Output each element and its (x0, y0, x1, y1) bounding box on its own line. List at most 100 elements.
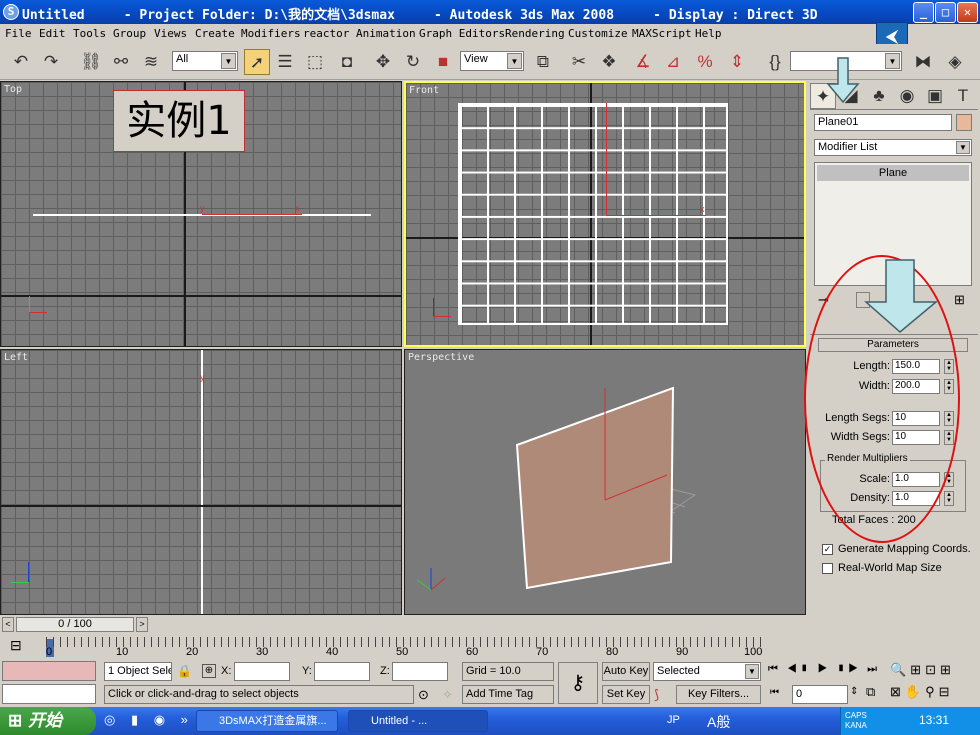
quick-launch[interactable]: ◎ ▮ ◉ » (104, 712, 194, 728)
modifier-list-dropdown[interactable]: Modifier List ▼ (814, 139, 972, 156)
bind-space-warp-icon[interactable]: ≋ (138, 49, 164, 75)
current-frame-field[interactable]: 0 (792, 685, 848, 704)
object-color-swatch[interactable] (956, 114, 972, 131)
time-configuration-icon[interactable]: ⧉ (866, 684, 875, 700)
menu-tools[interactable]: Tools (73, 27, 106, 40)
maxscript-listener-output[interactable] (2, 684, 96, 704)
set-key-button[interactable]: Set Key (602, 685, 650, 704)
taskbar-item-tutorial[interactable]: 3DsMAX打造金属旗... (196, 710, 338, 732)
viewport-label-left[interactable]: Left (4, 352, 28, 363)
close-button[interactable]: ✕ (957, 2, 978, 23)
time-slider-right-arrow[interactable]: > (136, 617, 148, 632)
snaps-toggle-icon[interactable]: ∡ (630, 49, 656, 75)
edit-named-selection-icon[interactable]: {} (762, 49, 788, 75)
select-by-name-icon[interactable]: ☰ (272, 49, 298, 75)
absolute-mode-icon[interactable]: ⊕ (202, 664, 216, 678)
maximize-button[interactable]: □ (935, 2, 956, 23)
key-tangent-icon[interactable]: ⟆ (654, 687, 659, 703)
y-coord-field[interactable] (314, 662, 370, 681)
language-indicator[interactable]: JP (667, 714, 680, 726)
menu-file[interactable]: File (5, 27, 32, 40)
viewport-nav-top[interactable]: 🔍⊞⊡⊞ (890, 662, 955, 678)
rectangular-selection-icon[interactable]: ⬚ (302, 49, 328, 75)
key-mode-toggle-icon[interactable]: ⏮ (770, 687, 779, 698)
menu-help[interactable]: Help (695, 27, 722, 40)
generate-mapping-checkbox[interactable]: ✓ (822, 544, 833, 555)
status-bar: 1 Object Sele 🔒 ⊕ X: Y: Z: Grid = 10.0 C… (0, 659, 980, 707)
maxscript-listener-mini[interactable] (2, 661, 96, 681)
rotate-icon[interactable]: ↻ (400, 49, 426, 75)
clock[interactable]: 13:31 (919, 713, 949, 727)
auto-key-button[interactable]: Auto Key (602, 662, 650, 681)
axis-tripod-y (11, 582, 29, 583)
object-name-field[interactable]: Plane01 (814, 114, 952, 131)
mirror-icon[interactable]: ⧓ (910, 49, 936, 75)
viewport-label-top[interactable]: Top (4, 84, 22, 95)
move-icon[interactable]: ✥ (370, 49, 396, 75)
menu-graph-editors[interactable]: Graph Editors (419, 27, 505, 40)
viewport-left[interactable]: Left y (0, 349, 402, 615)
selection-filter-dropdown[interactable]: All ▼ (172, 51, 238, 71)
spinner-snap-icon[interactable]: ⇕ (724, 49, 750, 75)
real-world-map-checkbox[interactable] (822, 563, 833, 574)
unlink-icon[interactable]: ⚯ (108, 49, 134, 75)
lock-icon[interactable]: 🔒 (177, 664, 192, 678)
menu-group[interactable]: Group (113, 27, 146, 40)
key-mode-dropdown[interactable]: Selected ▼ (653, 662, 761, 681)
select-and-link-icon[interactable]: ⛓ (78, 49, 104, 75)
playback-controls[interactable]: ⏮ ◀▮ ▶ ▮▶ ⏭ (768, 663, 880, 676)
viewport-front[interactable]: Front x (404, 81, 806, 347)
scale-icon[interactable]: ■ (430, 49, 456, 75)
menu-maxscript[interactable]: MAXScript (632, 27, 692, 40)
example-label: 实例1 (113, 90, 245, 152)
reference-coord-dropdown[interactable]: View ▼ (460, 51, 524, 71)
menu-modifiers[interactable]: Modifiers (241, 27, 301, 40)
viewport-perspective[interactable]: Perspective (404, 349, 806, 615)
select-object-icon[interactable]: ➚ (244, 49, 270, 75)
x-coord-field[interactable] (234, 662, 290, 681)
frame-spinner[interactable]: ⇕ (850, 686, 858, 697)
3ds-max-icon[interactable]: S (3, 4, 19, 20)
configure-sets-icon[interactable]: ⊞ (954, 292, 965, 308)
add-time-tag-button[interactable]: Add Time Tag (462, 685, 554, 704)
track-bar-filter-icon[interactable]: ⊟ (10, 637, 22, 654)
z-coord-field[interactable] (392, 662, 448, 681)
select-manipulate-icon[interactable]: ✂ (566, 49, 592, 75)
track-bar[interactable]: ⊟ 0 10 20 30 40 50 60 70 80 90 100 (0, 635, 808, 659)
menu-views[interactable]: Views (154, 27, 187, 40)
plane-object-wireframe[interactable] (458, 103, 728, 325)
axis-tripod-y (416, 579, 432, 591)
time-slider-thumb[interactable]: 0 / 100 (16, 617, 134, 632)
pivot-center-icon[interactable]: ⧉ (530, 49, 556, 75)
menu-edit[interactable]: Edit (39, 27, 66, 40)
start-button[interactable]: ⊞ 开始 (0, 707, 96, 735)
time-tag-icon[interactable]: ✧ (442, 687, 453, 703)
keyboard-shortcut-icon[interactable]: ❖ (596, 49, 622, 75)
set-key-big-icon[interactable]: ⚷ (558, 662, 598, 704)
minimize-button[interactable]: _ (913, 2, 934, 23)
density-spinner[interactable]: ▲ ▼ (944, 491, 954, 506)
percent-snap-icon[interactable]: % (692, 49, 718, 75)
viewport-nav-bottom[interactable]: ⊠✋⚲⊟ (890, 684, 954, 700)
stack-item-plane[interactable]: Plane (817, 165, 969, 181)
menu-animation[interactable]: Animation (356, 27, 416, 40)
menu-customize[interactable]: Customize (568, 27, 628, 40)
taskbar-item-3dsmax[interactable]: Untitled - ... (348, 710, 488, 732)
time-slider-left-arrow[interactable]: < (2, 617, 14, 632)
display-tab-icon[interactable]: ▣ (922, 83, 948, 109)
viewport-top[interactable]: Top y x 实例1 (0, 81, 402, 347)
utilities-tab-icon[interactable]: T (950, 83, 976, 109)
align-icon[interactable]: ◈ (942, 49, 968, 75)
menu-rendering[interactable]: Rendering (505, 27, 565, 40)
window-crossing-icon[interactable]: ◘ (334, 49, 360, 75)
angle-snap-icon[interactable]: ⊿ (660, 49, 686, 75)
motion-tab-icon[interactable]: ◉ (894, 83, 920, 109)
selection-lock-icon[interactable]: ⊙ (418, 687, 429, 703)
redo-icon[interactable]: ↷ (38, 49, 64, 75)
ime-mode-indicator[interactable]: A般 (707, 712, 730, 732)
undo-icon[interactable]: ↶ (8, 49, 34, 75)
key-filters-button[interactable]: Key Filters... (676, 685, 761, 704)
viewport-label-front[interactable]: Front (409, 85, 439, 96)
menu-reactor[interactable]: reactor (303, 27, 349, 40)
menu-create[interactable]: Create (195, 27, 235, 40)
